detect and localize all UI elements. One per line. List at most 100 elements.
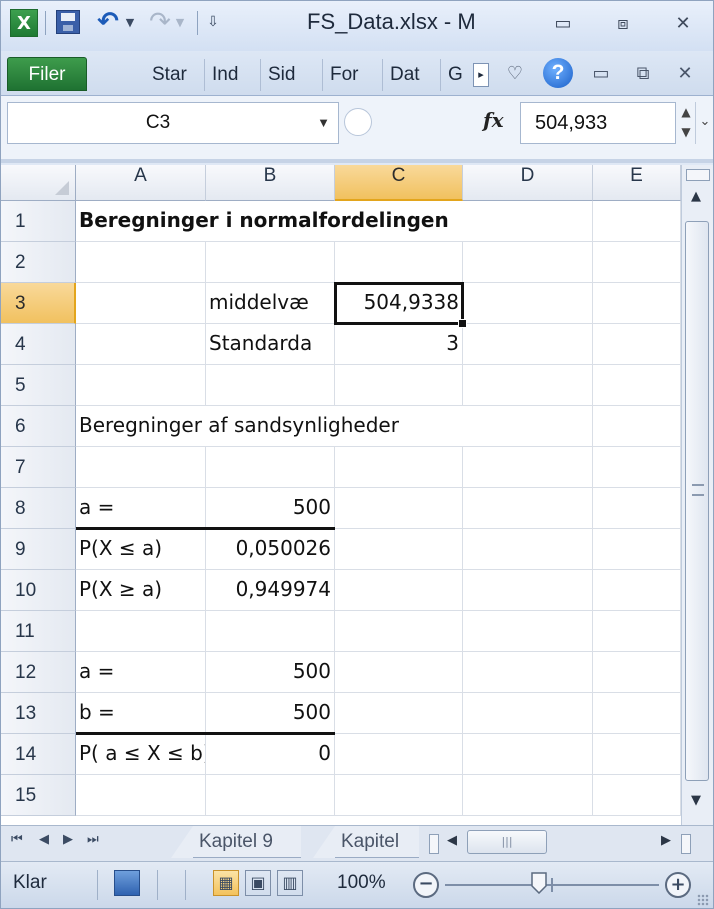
cell-c8[interactable] xyxy=(335,488,463,529)
cell-a7[interactable] xyxy=(76,447,206,488)
row-header-8[interactable]: 8 xyxy=(1,488,76,529)
cell-b2[interactable] xyxy=(206,242,335,283)
prev-sheet-icon[interactable]: ◀ xyxy=(39,832,49,847)
scroll-down-icon[interactable]: ▼ xyxy=(691,793,701,808)
cell-a2[interactable] xyxy=(76,242,206,283)
cell-e8[interactable] xyxy=(593,488,681,529)
column-header-b[interactable]: B xyxy=(206,165,335,201)
horizontal-split-box[interactable] xyxy=(681,834,691,854)
cell-a9[interactable]: P(X ≤ a) xyxy=(76,529,206,570)
cell-a11[interactable] xyxy=(76,611,206,652)
last-sheet-icon[interactable]: ⏭ xyxy=(87,832,99,847)
cell-a13[interactable]: b = xyxy=(76,693,206,734)
cell-d9[interactable] xyxy=(463,529,593,570)
scroll-up-icon[interactable]: ▲ xyxy=(691,189,701,204)
cell-e9[interactable] xyxy=(593,529,681,570)
help-button[interactable]: ? xyxy=(543,58,573,88)
cell-a8[interactable]: a = xyxy=(76,488,206,529)
cell-b4[interactable]: Standarda xyxy=(206,324,335,365)
tab-formulas[interactable]: For xyxy=(323,59,383,91)
name-box[interactable]: C3 ▼ xyxy=(7,102,339,144)
cell-c7[interactable] xyxy=(335,447,463,488)
cell-d4[interactable] xyxy=(463,324,593,365)
expand-formula-bar-button[interactable]: ⌄ xyxy=(695,102,714,144)
row-header-14[interactable]: 14 xyxy=(1,734,76,775)
cell-c2[interactable] xyxy=(335,242,463,283)
row-header-6[interactable]: 6 xyxy=(1,406,76,447)
cell-e13[interactable] xyxy=(593,693,681,734)
cell-d3[interactable] xyxy=(463,283,593,324)
cell-a14[interactable]: P( a ≤ X ≤ b) xyxy=(76,734,206,775)
row-header-7[interactable]: 7 xyxy=(1,447,76,488)
worksheet-grid[interactable]: A B C D E 1 Beregninger i normalfordelingen 2 3 m… xyxy=(1,165,681,825)
insert-function-button[interactable]: fx xyxy=(483,108,504,132)
row-header-12[interactable]: 12 xyxy=(1,652,76,693)
cell-e2[interactable] xyxy=(593,242,681,283)
close-button[interactable]: ✕ xyxy=(665,11,701,37)
tab-more[interactable]: G xyxy=(441,59,473,91)
cell-a4[interactable] xyxy=(76,324,206,365)
cell-a5[interactable] xyxy=(76,365,206,406)
cell-d5[interactable] xyxy=(463,365,593,406)
cell-e11[interactable] xyxy=(593,611,681,652)
restore-button[interactable]: ⧈ xyxy=(605,11,641,37)
column-header-e[interactable]: E xyxy=(593,165,681,201)
cell-a3[interactable] xyxy=(76,283,206,324)
cell-e4[interactable] xyxy=(593,324,681,365)
next-sheet-icon[interactable]: ▶ xyxy=(63,832,73,847)
cell-d10[interactable] xyxy=(463,570,593,611)
cell-c5[interactable] xyxy=(335,365,463,406)
cell-a1[interactable]: Beregninger i normalfordelingen xyxy=(76,201,449,242)
cell-b13[interactable]: 500 xyxy=(206,693,335,734)
tab-split-box[interactable] xyxy=(429,834,439,854)
tab-insert[interactable]: Ind xyxy=(205,59,261,91)
tab-scroll-right-button[interactable]: ▸ xyxy=(473,63,489,87)
cell-a10[interactable]: P(X ≥ a) xyxy=(76,570,206,611)
tab-start[interactable]: Star xyxy=(145,59,205,91)
sheet-tab-kapitel-9[interactable]: Kapitel 9 xyxy=(193,826,301,858)
cell-c13[interactable] xyxy=(335,693,463,734)
row-header-15[interactable]: 15 xyxy=(1,775,76,816)
cell-e6[interactable] xyxy=(593,406,681,447)
cell-b7[interactable] xyxy=(206,447,335,488)
vertical-scrollbar[interactable]: ▲ ▼ xyxy=(681,165,713,825)
split-box[interactable] xyxy=(686,169,710,181)
resize-grip-icon[interactable] xyxy=(697,894,709,906)
cell-d11[interactable] xyxy=(463,611,593,652)
redo-dropdown-button[interactable]: ▼ xyxy=(173,7,187,37)
page-layout-view-button[interactable]: ▣ xyxy=(245,870,271,896)
cell-b3[interactable]: middelvæ xyxy=(206,283,335,324)
cell-e12[interactable] xyxy=(593,652,681,693)
customize-toolbar-button[interactable]: ⇩ xyxy=(203,7,223,37)
horizontal-scroll-thumb[interactable]: ||| xyxy=(467,830,547,854)
cell-d7[interactable] xyxy=(463,447,593,488)
cell-e15[interactable] xyxy=(593,775,681,816)
cell-e7[interactable] xyxy=(593,447,681,488)
cell-d15[interactable] xyxy=(463,775,593,816)
zoom-in-button[interactable]: + xyxy=(665,872,691,898)
row-header-10[interactable]: 10 xyxy=(1,570,76,611)
cell-d12[interactable] xyxy=(463,652,593,693)
cell-b14[interactable]: 0 xyxy=(206,734,335,775)
sheet-tab-kapitel[interactable]: Kapitel xyxy=(335,826,419,858)
cell-c12[interactable] xyxy=(335,652,463,693)
column-header-a[interactable]: A xyxy=(76,165,206,201)
tab-page-layout[interactable]: Sid xyxy=(261,59,323,91)
excel-app-icon[interactable]: X xyxy=(10,9,38,37)
fill-handle[interactable] xyxy=(458,319,467,328)
tab-data[interactable]: Dat xyxy=(383,59,441,91)
tab-file[interactable]: Filer xyxy=(7,57,87,91)
row-header-11[interactable]: 11 xyxy=(1,611,76,652)
row-header-5[interactable]: 5 xyxy=(1,365,76,406)
row-header-2[interactable]: 2 xyxy=(1,242,76,283)
row-header-13[interactable]: 13 xyxy=(1,693,76,734)
zoom-level[interactable]: 100% xyxy=(337,872,386,894)
cell-a15[interactable] xyxy=(76,775,206,816)
scroll-right-icon[interactable]: ▶ xyxy=(661,833,671,848)
formula-input[interactable]: 504,933 xyxy=(520,102,676,144)
cell-d8[interactable] xyxy=(463,488,593,529)
cell-b10[interactable]: 0,949974 xyxy=(206,570,335,611)
cell-d2[interactable] xyxy=(463,242,593,283)
row-header-9[interactable]: 9 xyxy=(1,529,76,570)
cell-d13[interactable] xyxy=(463,693,593,734)
